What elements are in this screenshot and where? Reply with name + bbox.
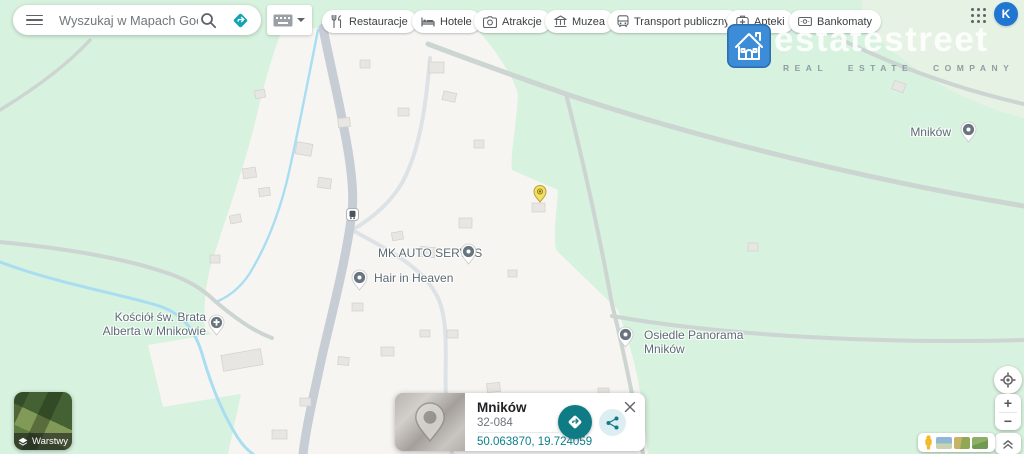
chip-apteki[interactable]: Apteki	[727, 10, 794, 33]
map-label-osiedle-line1: Osiedle Panorama	[644, 328, 744, 342]
chip-label: Hotele	[440, 15, 472, 28]
chip-label: Muzea	[572, 15, 606, 28]
restaurant-icon	[331, 15, 342, 28]
poi-pin-hair[interactable]	[350, 269, 369, 291]
map-label-kosciol-line1: Kościół św. Brata	[114, 310, 206, 324]
search-icon[interactable]	[198, 10, 218, 30]
double-chevron-up-icon	[1003, 439, 1013, 449]
google-apps-icon[interactable]	[971, 8, 986, 23]
directions-icon[interactable]	[230, 10, 250, 30]
chip-bankomaty[interactable]: Bankomaty	[789, 10, 882, 33]
menu-icon[interactable]	[26, 14, 43, 26]
keyboard-icon	[273, 14, 293, 26]
account-avatar[interactable]: K	[994, 2, 1018, 26]
bus-icon	[617, 15, 629, 28]
map-canvas[interactable]	[0, 0, 1024, 454]
card-directions-button[interactable]	[558, 405, 592, 439]
bus-stop-icon[interactable]	[346, 208, 359, 221]
poi-pin-mk-auto[interactable]	[459, 243, 478, 265]
google-maps-app: Mników MK AUTO SERWIS Hair in Heaven Koś…	[0, 0, 1024, 454]
poi-pin-osiedle[interactable]	[616, 326, 635, 348]
street-view-strip	[918, 433, 995, 452]
camera-icon	[483, 15, 497, 28]
chip-muzea[interactable]: Muzea	[545, 10, 615, 33]
share-icon	[606, 416, 619, 429]
collapse-controls-button[interactable]	[995, 433, 1021, 454]
place-postal-code: 32-084	[477, 417, 513, 429]
zoom-out-button[interactable]: −	[995, 413, 1021, 431]
place-info-card: Mników 32-084 50.063870, 19.724059	[395, 393, 645, 451]
pegman-icon[interactable]	[923, 435, 934, 450]
map-label-osiedle-line2: Mników	[644, 341, 685, 356]
chip-atrakcje[interactable]: Atrakcje	[474, 10, 551, 33]
zoom-in-button[interactable]: +	[995, 394, 1021, 412]
avatar-letter: K	[1001, 7, 1011, 21]
hotel-icon	[421, 16, 435, 27]
chip-label: Transport publiczny	[634, 15, 730, 28]
layers-strip: Warstwy	[14, 433, 72, 450]
search-bar: Wyszukaj w Mapach Google	[13, 5, 261, 35]
imagery-thumbnail-1[interactable]	[936, 436, 952, 449]
poi-pin-mnikow[interactable]	[959, 121, 978, 143]
directions-icon	[568, 415, 582, 429]
poi-pin-church[interactable]	[207, 314, 226, 336]
pharmacy-icon	[736, 15, 749, 28]
yellow-ad-marker[interactable]	[532, 184, 548, 203]
layers-label: Warstwy	[31, 436, 69, 447]
map-label-kosciol-line2: Alberta w Mnikowie	[102, 323, 206, 338]
imagery-thumbnail-2[interactable]	[954, 436, 970, 449]
chip-label: Atrakcje	[502, 15, 542, 28]
card-divider	[477, 432, 559, 433]
my-location-icon	[1000, 372, 1016, 388]
place-thumbnail[interactable]	[395, 393, 465, 451]
zoom-controls: + −	[995, 394, 1021, 430]
map-label-osiedle[interactable]: Osiedle Panorama Mników	[644, 328, 744, 356]
chip-hotele[interactable]: Hotele	[412, 10, 481, 33]
layers-icon	[18, 437, 28, 446]
place-title: Mników	[477, 400, 527, 415]
chip-label: Bankomaty	[817, 15, 873, 28]
search-input[interactable]: Wyszukaj w Mapach Google	[59, 13, 198, 28]
chip-restauracje[interactable]: Restauracje	[322, 10, 417, 33]
my-location-button[interactable]	[994, 366, 1022, 394]
museum-icon	[554, 15, 567, 28]
layers-button[interactable]: Warstwy	[14, 392, 72, 450]
map-label-kosciol[interactable]: Kościół św. Brata Alberta w Mnikowie	[100, 310, 206, 338]
keyboard-selector[interactable]	[267, 5, 312, 35]
thumbnail-pin-icon	[415, 402, 445, 443]
close-icon	[624, 401, 636, 413]
card-close-button[interactable]	[622, 399, 638, 415]
atm-icon	[798, 16, 812, 27]
chevron-down-icon	[297, 18, 305, 22]
imagery-thumbnail-3[interactable]	[972, 436, 988, 449]
map-label-hair-in-heaven[interactable]: Hair in Heaven	[374, 271, 453, 286]
chip-label: Apteki	[754, 15, 785, 28]
chip-label: Restauracje	[349, 15, 408, 28]
chip-transport-publiczny[interactable]: Transport publiczny	[608, 10, 739, 33]
map-label-mnikow[interactable]: Mników	[895, 125, 951, 140]
